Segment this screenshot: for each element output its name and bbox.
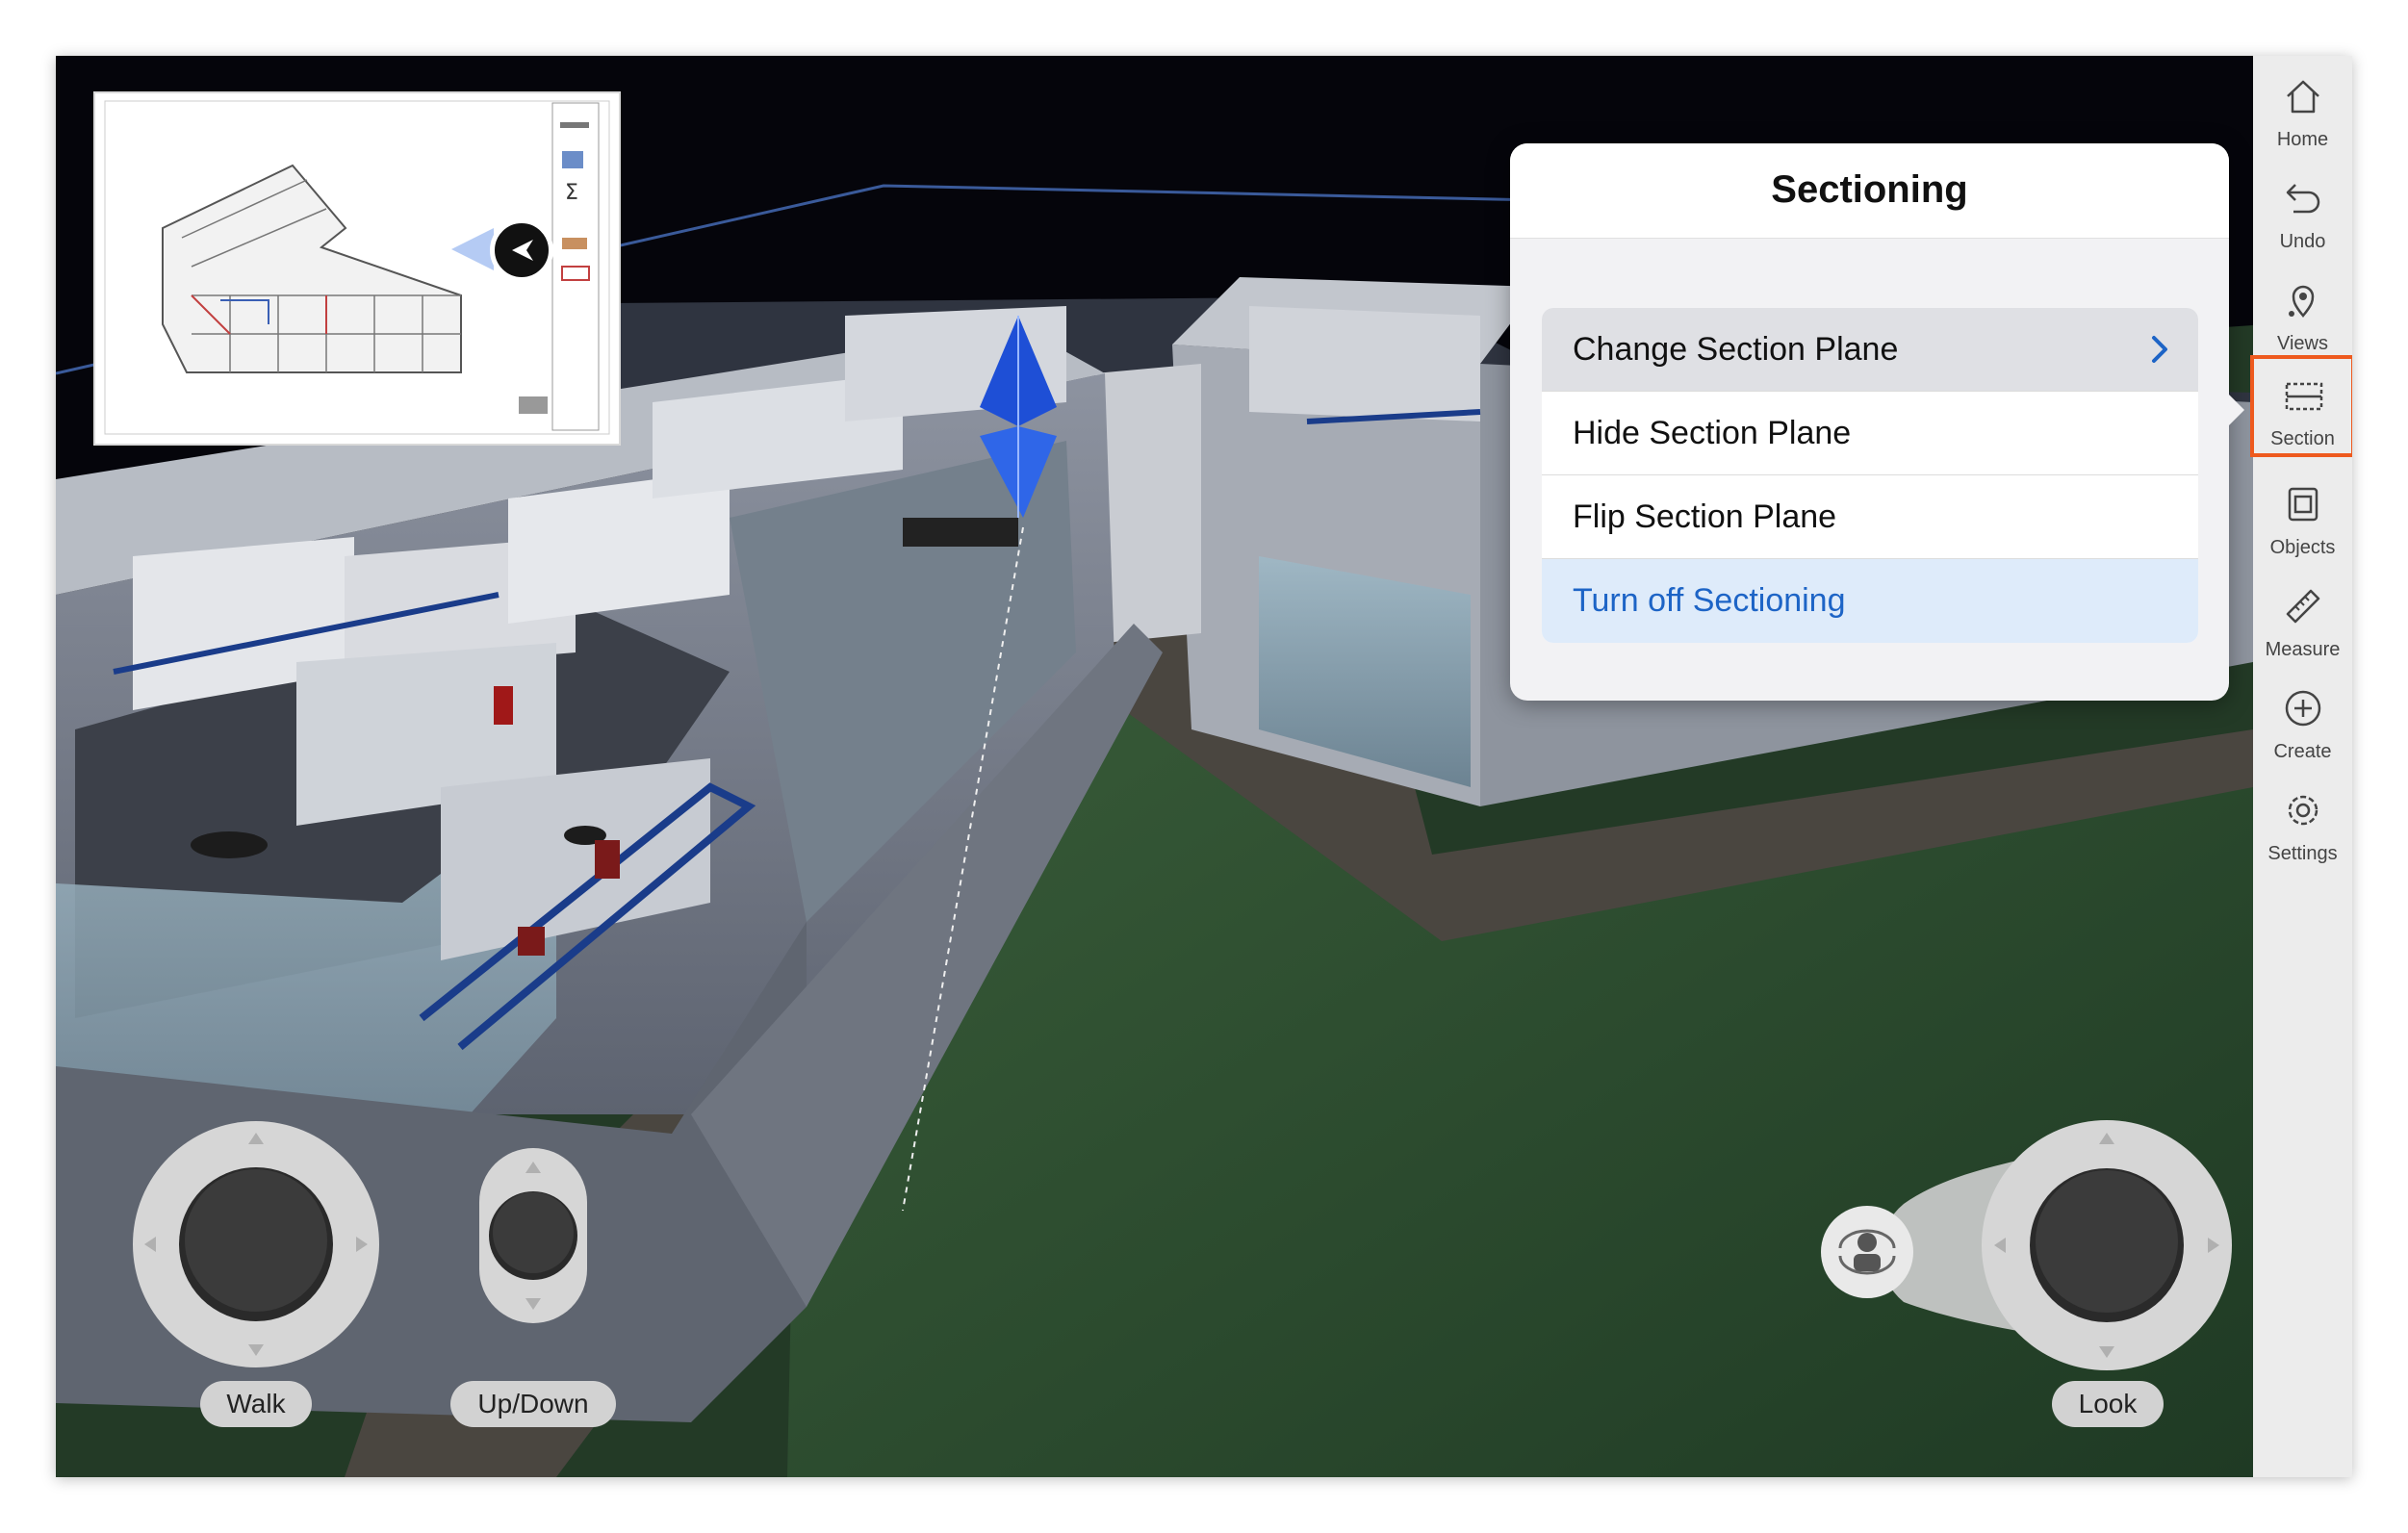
sidebar-item-label: Objects <box>2269 537 2336 558</box>
orbit-person-icon[interactable] <box>1821 1206 1913 1298</box>
sidebar-item-label: Views <box>2277 333 2328 354</box>
direction-arrow-icon <box>512 240 533 261</box>
sidebar-item-views[interactable]: Views <box>2253 260 2352 362</box>
sidebar-item-objects[interactable]: Objects <box>2253 464 2352 566</box>
sidebar-item-home[interactable]: Home <box>2253 56 2352 158</box>
sidebar-item-label: Create <box>2273 741 2332 762</box>
camera-locator[interactable] <box>490 218 553 282</box>
walk-joystick[interactable] <box>131 1119 381 1369</box>
sectioning-menu: Change Section Plane Hide Section Plane … <box>1542 308 2198 643</box>
menu-item-label: Change Section Plane <box>1573 331 1899 368</box>
look-joystick[interactable] <box>1807 1119 2233 1371</box>
sidebar-item-section[interactable]: Section <box>2250 355 2352 457</box>
3d-model-viewport[interactable]: Σ Walk Up/Down Look Sectioning Change Se… <box>56 56 2253 1477</box>
sidebar-item-settings[interactable]: Settings <box>2253 770 2352 872</box>
updown-joystick-graphic <box>479 1148 587 1323</box>
objects-icon <box>2288 487 2318 522</box>
flip-section-plane-item[interactable]: Flip Section Plane <box>1542 475 2198 559</box>
popover-arrow <box>2227 393 2244 427</box>
turn-off-sectioning-item[interactable]: Turn off Sectioning <box>1542 559 2198 643</box>
svg-text:Σ: Σ <box>565 181 578 205</box>
hide-section-plane-item[interactable]: Hide Section Plane <box>1542 392 2198 475</box>
sidebar-item-label: Settings <box>2267 843 2338 864</box>
right-toolbar: Home Undo Views Section Objects Measure … <box>2250 56 2352 1477</box>
popover-header: Sectioning <box>1510 143 2229 239</box>
menu-item-label: Turn off Sectioning <box>1573 582 1846 619</box>
location-pin-icon <box>2289 285 2315 318</box>
sidebar-item-undo[interactable]: Undo <box>2253 158 2352 260</box>
chevron-right-icon <box>2152 336 2167 363</box>
section-plane-icon <box>2285 382 2323 411</box>
menu-item-label: Flip Section Plane <box>1573 498 1837 535</box>
app-window: Σ Walk Up/Down Look Sectioning Change Se… <box>56 56 2352 1477</box>
undo-icon <box>2286 184 2320 214</box>
sidebar-item-measure[interactable]: Measure <box>2253 566 2352 668</box>
popover-title: Sectioning <box>1771 168 1968 211</box>
ruler-icon <box>2286 589 2320 624</box>
orbit-person-glyph <box>1838 1229 1896 1275</box>
floor-plan-minimap[interactable]: Σ <box>93 91 621 446</box>
look-label: Look <box>2052 1381 2164 1427</box>
walk-label: Walk <box>200 1381 312 1427</box>
sectioning-popover: Sectioning Change Section Plane Hide Sec… <box>1510 143 2229 701</box>
locator-cone <box>451 228 494 270</box>
walk-joystick-graphic <box>133 1121 379 1367</box>
updown-joystick[interactable] <box>479 1148 587 1323</box>
sidebar-item-label: Section <box>2270 428 2335 449</box>
sidebar-item-label: Measure <box>2265 639 2341 660</box>
sidebar-item-label: Home <box>2276 129 2329 150</box>
sidebar-item-label: Undo <box>2279 231 2326 252</box>
gear-icon <box>2288 795 2318 826</box>
updown-label: Up/Down <box>450 1381 616 1427</box>
menu-item-label: Hide Section Plane <box>1573 415 1852 451</box>
plus-circle-icon <box>2285 690 2321 727</box>
sidebar-item-create[interactable]: Create <box>2253 668 2352 770</box>
home-icon <box>2287 80 2319 114</box>
change-section-plane-item[interactable]: Change Section Plane <box>1542 308 2198 392</box>
